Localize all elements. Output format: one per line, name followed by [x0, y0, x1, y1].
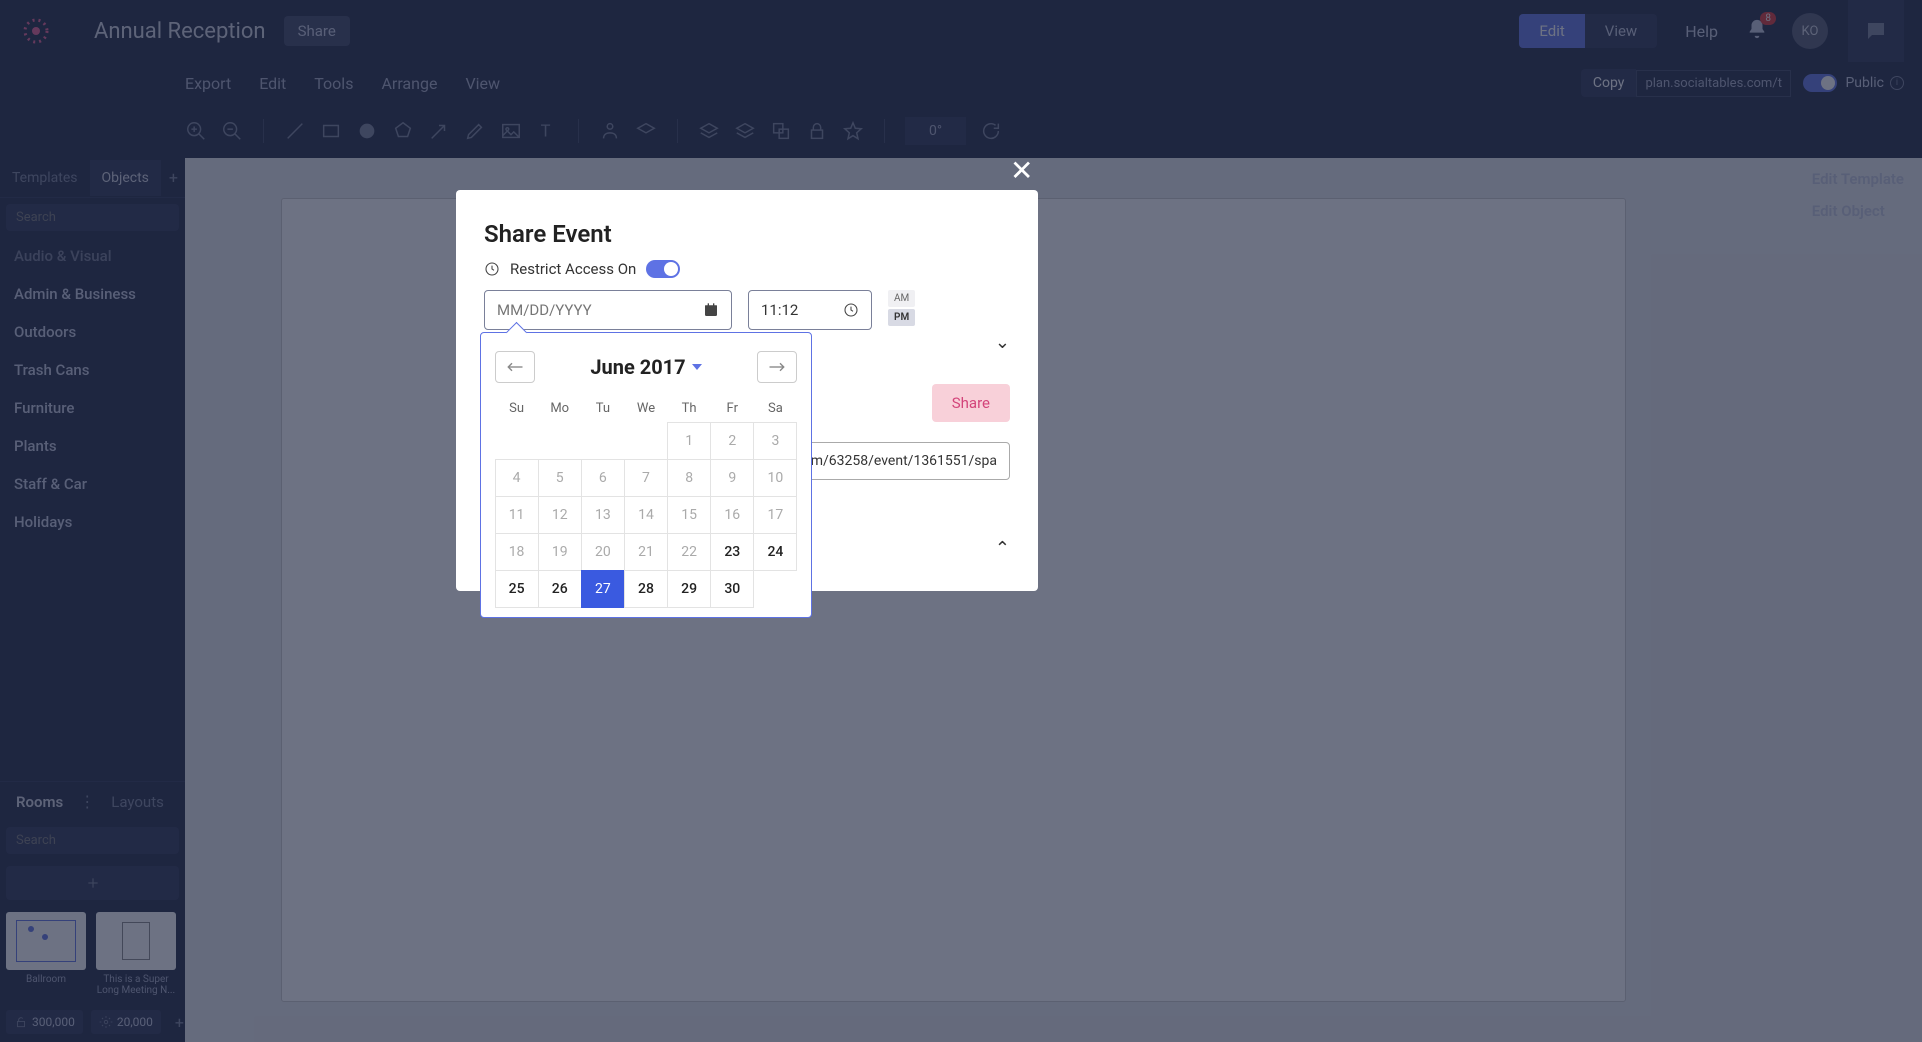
day-cell[interactable]: 6 — [581, 459, 625, 497]
day-cell[interactable]: 16 — [710, 496, 754, 534]
day-cell[interactable]: 10 — [753, 459, 797, 497]
date-field[interactable] — [497, 301, 677, 319]
day-empty — [495, 422, 539, 460]
chevron-down-icon[interactable]: ⌄ — [995, 332, 1010, 353]
day-cell[interactable]: 27 — [581, 570, 625, 608]
share-link-box[interactable]: m/63258/event/1361551/spa — [798, 442, 1010, 480]
clock-icon — [484, 261, 500, 277]
prev-month-button[interactable] — [495, 351, 535, 383]
next-month-button[interactable] — [757, 351, 797, 383]
day-header: Mo — [538, 395, 581, 422]
day-cell[interactable]: 2 — [710, 422, 754, 460]
pm-button[interactable]: PM — [888, 309, 915, 326]
day-header: Su — [495, 395, 538, 422]
time-input[interactable]: 11:12 — [748, 290, 872, 330]
day-header: Tu — [581, 395, 624, 422]
caret-down-icon — [692, 364, 702, 370]
day-cell[interactable]: 5 — [538, 459, 582, 497]
day-cell[interactable]: 18 — [495, 533, 539, 571]
day-cell[interactable]: 11 — [495, 496, 539, 534]
am-button[interactable]: AM — [888, 290, 915, 307]
time-value: 11:12 — [761, 301, 798, 319]
clock-icon — [843, 302, 859, 318]
calendar-grid: SuMoTuWeThFrSa12345678910111213141516171… — [495, 395, 797, 607]
day-cell[interactable]: 4 — [495, 459, 539, 497]
day-cell[interactable]: 28 — [624, 570, 668, 608]
day-header: Fr — [711, 395, 754, 422]
datetime-row: 11:12 AM PM — [484, 290, 1010, 330]
day-header: Th — [668, 395, 711, 422]
day-cell[interactable]: 15 — [667, 496, 711, 534]
day-header: We — [624, 395, 667, 422]
day-header: Sa — [754, 395, 797, 422]
close-modal-button[interactable]: ✕ — [1010, 154, 1033, 187]
day-cell[interactable]: 8 — [667, 459, 711, 497]
day-cell[interactable]: 25 — [495, 570, 539, 608]
day-cell[interactable]: 29 — [667, 570, 711, 608]
restrict-toggle[interactable] — [646, 260, 680, 278]
month-year-select[interactable]: June 2017 — [590, 355, 701, 379]
chevron-up-icon[interactable]: ⌃ — [995, 538, 1010, 559]
restrict-label: Restrict Access On — [510, 260, 636, 278]
restrict-access-row: Restrict Access On — [484, 260, 1010, 278]
day-cell[interactable]: 23 — [710, 533, 754, 571]
day-cell[interactable]: 7 — [624, 459, 668, 497]
day-cell[interactable]: 21 — [624, 533, 668, 571]
day-cell[interactable]: 22 — [667, 533, 711, 571]
day-cell[interactable]: 14 — [624, 496, 668, 534]
day-cell[interactable]: 9 — [710, 459, 754, 497]
datepicker-popover: June 2017 SuMoTuWeThFrSa1234567891011121… — [480, 332, 812, 618]
day-cell[interactable]: 1 — [667, 422, 711, 460]
day-empty — [753, 570, 797, 608]
calendar-icon[interactable] — [703, 302, 719, 318]
day-cell[interactable]: 12 — [538, 496, 582, 534]
day-cell[interactable]: 26 — [538, 570, 582, 608]
day-cell[interactable]: 3 — [753, 422, 797, 460]
day-empty — [538, 422, 582, 460]
day-cell[interactable]: 17 — [753, 496, 797, 534]
date-input[interactable] — [484, 290, 732, 330]
day-cell[interactable]: 20 — [581, 533, 625, 571]
day-cell[interactable]: 24 — [753, 533, 797, 571]
ampm-group: AM PM — [888, 290, 915, 326]
day-cell[interactable]: 30 — [710, 570, 754, 608]
share-submit-button[interactable]: Share — [932, 384, 1010, 422]
day-cell[interactable]: 19 — [538, 533, 582, 571]
day-empty — [581, 422, 625, 460]
modal-title: Share Event — [484, 220, 1010, 248]
day-cell[interactable]: 13 — [581, 496, 625, 534]
day-empty — [624, 422, 668, 460]
